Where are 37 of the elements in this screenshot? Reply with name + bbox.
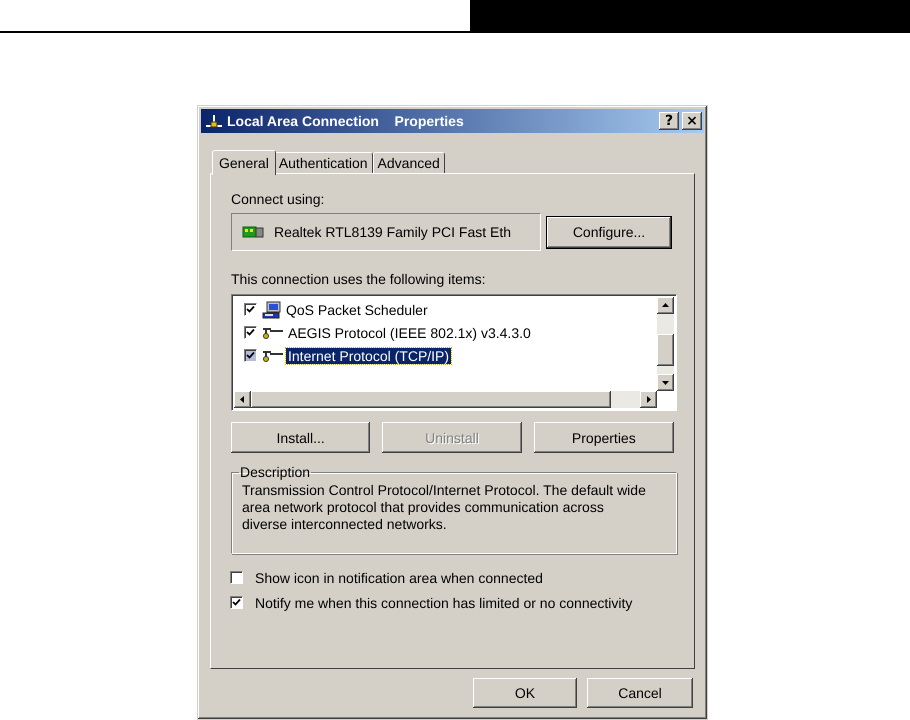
- vertical-scrollbar[interactable]: [657, 297, 674, 391]
- option-label: Show icon in notification area when connected: [255, 570, 543, 586]
- description-text: Transmission Control Protocol/Internet Protocol. The default wide area network protocol that provides communication across diverse interconnected networks.: [242, 482, 647, 533]
- description-title: Description: [239, 464, 312, 480]
- window-title: Local Area Connection Properties: [227, 113, 465, 129]
- items-label: This connection uses the following items:: [231, 271, 486, 287]
- down-arrow-icon: [662, 381, 669, 385]
- option-label: Notify me when this connection has limited or no connectivity: [255, 594, 632, 610]
- scroll-thumb[interactable]: [657, 334, 674, 366]
- cancel-button[interactable]: Cancel: [587, 678, 693, 708]
- tab[interactable]: Authentication: [274, 152, 373, 173]
- up-arrow-icon: [662, 303, 669, 307]
- scroll-left-button[interactable]: [234, 391, 251, 408]
- properties-button[interactable]: Properties: [534, 422, 674, 453]
- help-button[interactable]: ?: [659, 112, 679, 130]
- scroll-down-button[interactable]: [657, 374, 674, 391]
- checkbox[interactable]: [244, 349, 257, 362]
- network-icon: [204, 113, 224, 129]
- network-card-icon: [242, 225, 264, 239]
- tab[interactable]: General: [212, 150, 276, 175]
- list-item[interactable]: QoS Packet Scheduler: [284, 302, 430, 318]
- scroll-right-button[interactable]: [640, 391, 657, 408]
- left-arrow-icon: [240, 396, 244, 403]
- configure-button[interactable]: Configure...: [547, 216, 671, 248]
- right-arrow-icon: [647, 396, 651, 403]
- scroll-up-button[interactable]: [657, 297, 674, 314]
- tab[interactable]: Advanced: [372, 152, 445, 173]
- list-item[interactable]: Internet Protocol (TCP/IP): [286, 348, 452, 364]
- install-button[interactable]: Install...: [231, 422, 370, 453]
- computer-icon: [262, 300, 282, 318]
- close-button[interactable]: ×: [682, 112, 702, 130]
- ok-button[interactable]: OK: [473, 678, 577, 708]
- list-item[interactable]: AEGIS Protocol (IEEE 802.1x) v3.4.3.0: [286, 324, 533, 340]
- adapter-name: Realtek RTL8139 Family PCI Fast Eth: [274, 224, 512, 240]
- connect-using-label: Connect using:: [231, 191, 326, 207]
- checkbox[interactable]: [230, 571, 243, 584]
- checkbox[interactable]: [230, 596, 243, 609]
